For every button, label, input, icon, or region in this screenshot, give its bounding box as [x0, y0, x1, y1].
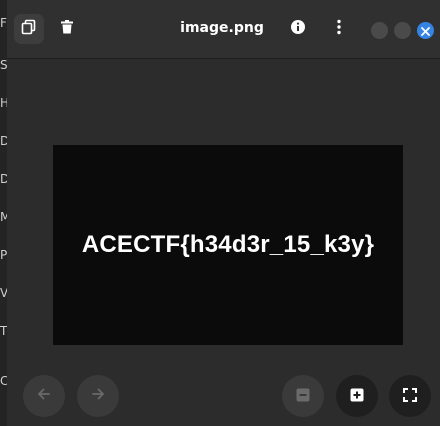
close-button[interactable]: [417, 22, 434, 39]
properties-button[interactable]: [283, 14, 313, 44]
header-bar: image.png: [7, 0, 440, 59]
arrow-left-icon: [36, 386, 52, 406]
image-text: ACECTF{h34d3r_15_k3y}: [81, 231, 375, 258]
maximize-button[interactable]: [394, 22, 411, 39]
zoom-in-button[interactable]: [336, 375, 378, 417]
background-letter: F: [0, 16, 7, 30]
kebab-menu-icon: [331, 19, 347, 39]
fullscreen-icon: [403, 387, 417, 406]
zoom-out-icon: [296, 387, 310, 406]
copy-button[interactable]: [14, 14, 44, 44]
close-icon: [421, 21, 430, 40]
info-icon: [290, 19, 306, 39]
copy-icon: [21, 19, 37, 39]
previous-image-button[interactable]: [23, 375, 65, 417]
zoom-out-button[interactable]: [282, 375, 324, 417]
zoom-in-icon: [350, 387, 364, 406]
main-menu-button[interactable]: [324, 14, 354, 44]
background-window-strip: F S H D D M P V T C: [0, 0, 10, 426]
fullscreen-button[interactable]: [389, 375, 431, 417]
delete-button[interactable]: [52, 14, 82, 44]
trash-icon: [59, 19, 75, 39]
minimize-button[interactable]: [371, 22, 388, 39]
arrow-right-icon: [90, 386, 106, 406]
image-viewer[interactable]: ACECTF{h34d3r_15_k3y}: [7, 59, 440, 426]
window-title: image.png: [180, 20, 264, 36]
displayed-image: ACECTF{h34d3r_15_k3y}: [53, 145, 403, 345]
next-image-button[interactable]: [77, 375, 119, 417]
